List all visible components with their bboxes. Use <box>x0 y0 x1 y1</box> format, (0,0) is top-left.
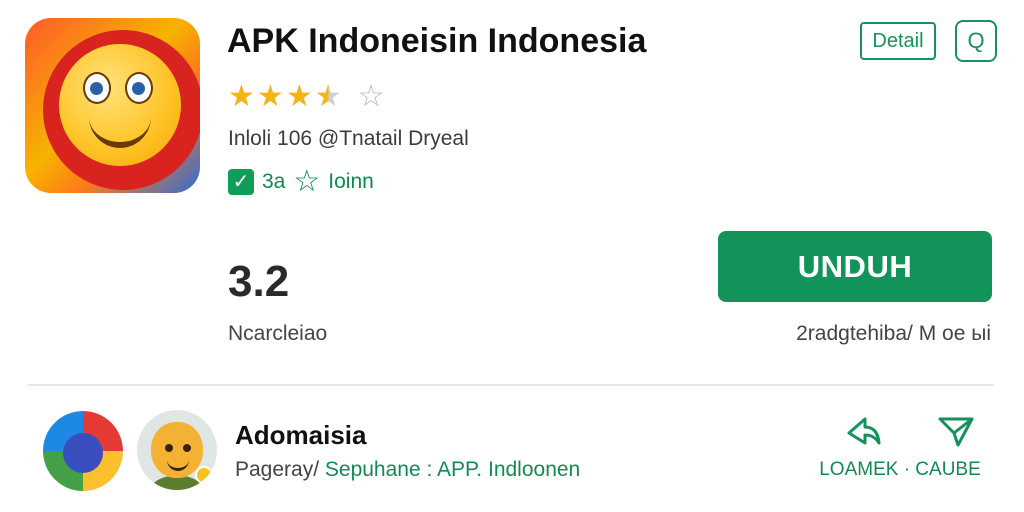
share-icon[interactable] <box>843 413 883 449</box>
download-button[interactable]: UNDUH <box>718 231 992 302</box>
action-labels: LOAMEK · CAUBE <box>819 459 981 480</box>
rating-star-icon: ☆ <box>357 80 385 113</box>
rating-star-icon: ★ <box>228 80 255 113</box>
publisher-line-prefix: Pageray/ <box>235 458 325 481</box>
download-caption: 2radgtehiba/ M oe ыi <box>796 322 991 345</box>
check-icon: ✓ <box>228 169 254 195</box>
send-icon[interactable] <box>936 413 976 449</box>
rating-caption: Ncarcleiao <box>228 322 328 345</box>
badge-row: ✓ 3a ☆ Ioinn <box>228 165 374 198</box>
publisher-line: Pageray/ Sepuhane : APP. Indloonen <box>235 458 580 482</box>
rating-star-icon: ★ <box>256 80 284 113</box>
publisher-avatar[interactable] <box>137 410 217 490</box>
rating-star-icon: ★ <box>314 80 342 113</box>
app-logo-icon <box>25 18 200 193</box>
publisher-logo-avatar[interactable] <box>43 411 123 491</box>
app-title: APK Indoneisin Indonesia <box>227 22 647 60</box>
rating-stars: ★ ★ ★ ★ ☆ <box>228 82 385 112</box>
app-meta-line: Inloli 106 @Tnatail Dryeal <box>228 127 469 150</box>
chat-icon[interactable]: Q <box>955 20 997 62</box>
badge-count: 3a <box>262 170 286 193</box>
detail-button[interactable]: Detail <box>860 22 936 60</box>
rating-value: 3.2 <box>228 257 290 306</box>
badge-label: Ioinn <box>328 170 374 193</box>
star-outline-icon: ☆ <box>293 165 321 198</box>
rating-star-icon: ★ <box>285 80 313 113</box>
publisher-name[interactable]: Adomaisia <box>235 420 367 451</box>
publisher-link[interactable]: Sepuhane : APP. Indloonen <box>325 458 580 481</box>
divider <box>28 384 994 386</box>
